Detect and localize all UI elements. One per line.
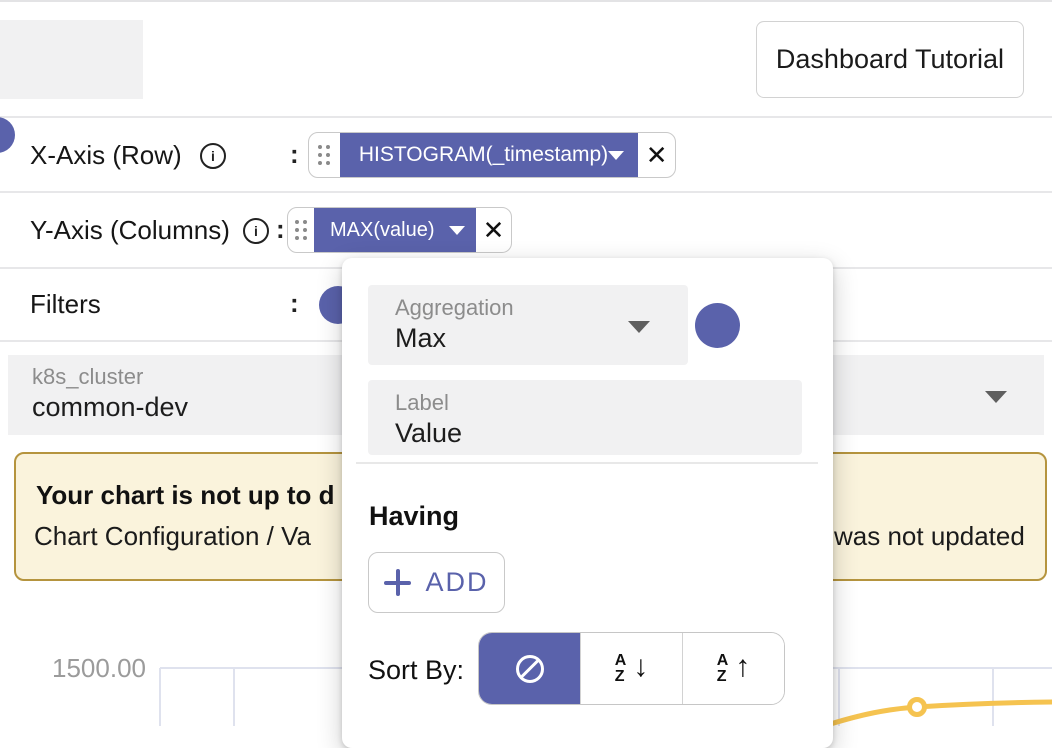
letter-a: A bbox=[615, 653, 627, 668]
aggregation-select[interactable]: Aggregation Max bbox=[368, 285, 688, 365]
chevron-down-icon[interactable] bbox=[628, 321, 650, 333]
warning-line2-left: Chart Configuration / Va bbox=[34, 521, 311, 552]
variable-value: common-dev bbox=[32, 392, 188, 423]
close-icon: ✕ bbox=[483, 215, 505, 246]
having-section-title: Having bbox=[369, 501, 459, 532]
chevron-down-icon bbox=[449, 226, 465, 235]
sort-by-button-group: A Z ↓ A Z ↑ bbox=[478, 632, 785, 705]
chevron-down-icon[interactable] bbox=[985, 391, 1007, 403]
sort-by-label: Sort By: bbox=[368, 655, 464, 686]
aggregation-label: Aggregation bbox=[395, 295, 514, 321]
x-axis-chip-label: HISTOGRAM(_timestamp) bbox=[359, 143, 608, 167]
letter-z: Z bbox=[717, 669, 729, 684]
y-axis-chip-dropdown[interactable]: MAX(value) bbox=[314, 208, 476, 252]
arrow-down-icon: ↓ bbox=[633, 650, 648, 684]
sort-alpha-descending-button[interactable]: A Z ↓ bbox=[580, 633, 682, 704]
warning-line1: Your chart is not up to d bbox=[36, 480, 335, 511]
top-divider bbox=[0, 0, 1052, 2]
y-axis-field-chip[interactable]: MAX(value) ✕ bbox=[287, 207, 512, 253]
remove-y-axis-field-button[interactable]: ✕ bbox=[476, 208, 511, 252]
filters-row-label: Filters bbox=[30, 289, 101, 320]
plus-icon bbox=[384, 569, 411, 596]
label-field-label: Label bbox=[395, 390, 449, 416]
header-divider bbox=[0, 116, 1052, 118]
sort-alpha-down-icon: A Z ↓ bbox=[615, 653, 649, 684]
series-line bbox=[824, 702, 1052, 726]
label-field-value: Value bbox=[395, 418, 462, 449]
series-point-marker bbox=[910, 700, 925, 715]
sort-alpha-ascending-button[interactable]: A Z ↑ bbox=[682, 633, 784, 704]
popup-divider bbox=[356, 462, 818, 464]
x-axis-row-divider bbox=[0, 191, 1052, 193]
x-axis-row-label: X-Axis (Row) bbox=[30, 140, 182, 171]
letter-z: Z bbox=[615, 669, 627, 684]
warning-line2-right: was not updated bbox=[834, 521, 1025, 552]
colon-separator: : bbox=[290, 139, 299, 170]
remove-x-axis-field-button[interactable]: ✕ bbox=[638, 133, 675, 177]
info-icon-glyph: i bbox=[211, 148, 215, 164]
info-icon[interactable]: i bbox=[243, 218, 269, 244]
info-icon[interactable]: i bbox=[200, 143, 226, 169]
colon-separator: : bbox=[290, 288, 299, 319]
colon-separator: : bbox=[276, 214, 285, 245]
variable-label: k8s_cluster bbox=[32, 364, 143, 390]
arrow-up-icon: ↑ bbox=[735, 650, 750, 684]
drag-handle-icon[interactable] bbox=[309, 133, 340, 177]
series-color-swatch[interactable] bbox=[695, 303, 740, 348]
edge-color-dot bbox=[0, 117, 15, 153]
close-icon: ✕ bbox=[646, 140, 668, 171]
y-axis-field-config-popup: Aggregation Max Label Value Having ADD S… bbox=[342, 258, 833, 748]
aggregation-value: Max bbox=[395, 323, 446, 354]
add-button-label: ADD bbox=[425, 567, 488, 598]
chevron-down-icon bbox=[608, 151, 624, 160]
add-having-condition-button[interactable]: ADD bbox=[368, 552, 505, 613]
drag-handle-icon[interactable] bbox=[288, 208, 314, 252]
sort-none-button[interactable] bbox=[479, 633, 580, 704]
x-axis-field-chip[interactable]: HISTOGRAM(_timestamp) ✕ bbox=[308, 132, 676, 178]
sort-alpha-up-icon: A Z ↑ bbox=[717, 653, 751, 684]
y-axis-chip-label: MAX(value) bbox=[330, 219, 434, 242]
label-input[interactable]: Label Value bbox=[368, 380, 802, 455]
dashboard-tutorial-button[interactable]: Dashboard Tutorial bbox=[756, 21, 1024, 98]
info-icon-glyph: i bbox=[254, 223, 258, 239]
y-axis-row-label: Y-Axis (Columns) bbox=[30, 215, 230, 246]
letter-a: A bbox=[717, 653, 729, 668]
x-axis-chip-dropdown[interactable]: HISTOGRAM(_timestamp) bbox=[340, 133, 638, 177]
block-icon bbox=[516, 655, 544, 683]
header-placeholder-box bbox=[0, 20, 143, 99]
